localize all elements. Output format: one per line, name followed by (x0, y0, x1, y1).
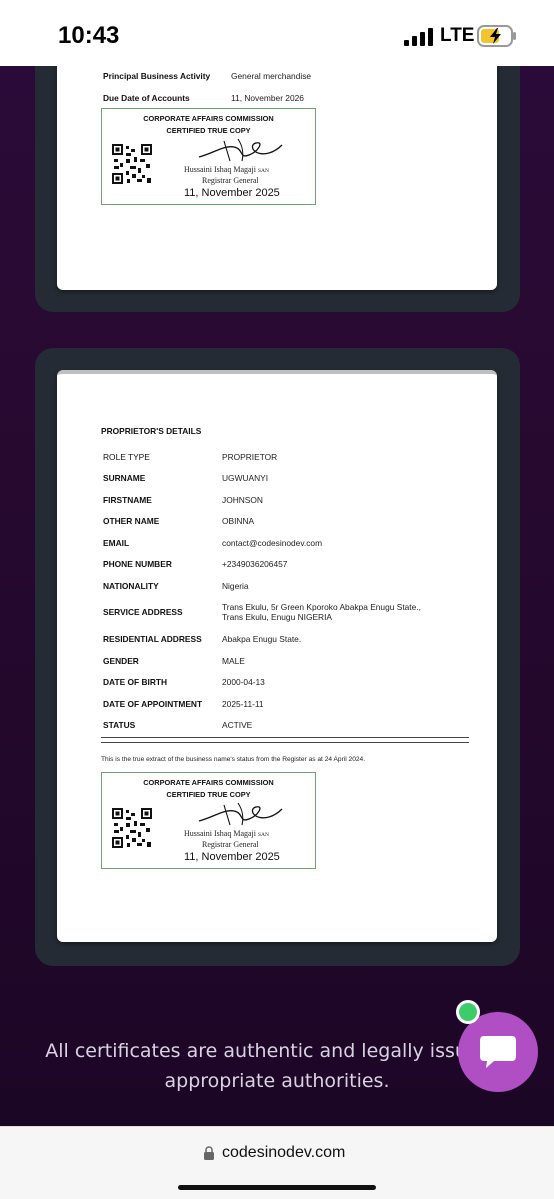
row-label: STATUS (103, 720, 136, 730)
url-text[interactable]: codesinodev.com (222, 1144, 345, 1162)
qr-code-icon (112, 808, 152, 848)
row-label: PHONE NUMBER (103, 559, 172, 569)
row-label: DATE OF APPOINTMENT (103, 699, 203, 709)
cert-signatory-name: Hussaini Ishaq Magaji SAN (184, 165, 269, 174)
row-label: OTHER NAME (103, 516, 160, 526)
battery-charging-icon (477, 25, 516, 47)
cert-date: 11, November 2025 (184, 187, 280, 199)
row-label: RESIDENTIAL ADDRESS (103, 634, 202, 644)
certificate-card-1: Principal Business Activity General merc… (35, 66, 520, 312)
row-value: JOHNSON (222, 495, 263, 505)
divider (101, 742, 469, 743)
certified-stamp: CORPORATE AFFAIRS COMMISSION CERTIFIED T… (101, 108, 316, 205)
row-value: ACTIVE (222, 720, 253, 730)
row-value: UGWUANYI (222, 473, 269, 483)
certificate-page-1: Principal Business Activity General merc… (57, 66, 497, 290)
chat-bubble-icon (480, 1036, 516, 1068)
extract-note: This is the true extract of the business… (101, 756, 366, 763)
row-label: FIRSTNAME (103, 495, 152, 505)
main-area: Principal Business Activity General merc… (0, 66, 554, 1126)
certificate-card-2: PROPRIETOR'S DETAILS ROLE TYPE PROPRIETO… (35, 348, 520, 966)
row-value: Nigeria (222, 581, 249, 591)
signatory-name: Hussaini Ishaq Magaji (184, 829, 256, 838)
home-indicator[interactable] (178, 1185, 376, 1190)
signatory-suffix: SAN (258, 832, 270, 838)
row-value: 2000-04-13 (222, 677, 265, 687)
row-label: SERVICE ADDRESS (103, 607, 183, 617)
row-label: DATE OF BIRTH (103, 677, 168, 687)
certificate-page-2: PROPRIETOR'S DETAILS ROLE TYPE PROPRIETO… (57, 370, 497, 942)
status-time: 10:43 (58, 22, 120, 49)
qr-code-icon (112, 144, 152, 184)
row-label: ROLE TYPE (103, 452, 150, 462)
row-value: OBINNA (222, 516, 255, 526)
row-value: Trans Ekulu, 5r Green Kporoko Abakpa Enu… (222, 602, 421, 622)
cert-org: CORPORATE AFFAIRS COMMISSION (143, 114, 274, 123)
certified-stamp: CORPORATE AFFAIRS COMMISSION CERTIFIED T… (101, 772, 316, 869)
lock-icon (204, 1146, 214, 1160)
divider (101, 737, 469, 738)
signal-icon (404, 28, 433, 46)
online-status-indicator (456, 1000, 480, 1024)
row-label: Due Date of Accounts (103, 93, 190, 103)
cert-title: CERTIFIED TRUE COPY (166, 126, 251, 135)
row-label: SURNAME (103, 473, 146, 483)
row-label: NATIONALITY (103, 581, 159, 591)
row-value: Abakpa Enugu State. (222, 634, 302, 644)
row-value: +2349036206457 (222, 559, 288, 569)
cert-signatory-name: Hussaini Ishaq Magaji SAN (184, 829, 269, 838)
cert-title: CERTIFIED TRUE COPY (166, 790, 251, 799)
row-value: MALE (222, 656, 245, 666)
row-label: EMAIL (103, 538, 130, 548)
cert-signatory-role: Registrar General (202, 840, 259, 849)
chat-button[interactable] (458, 1012, 538, 1092)
browser-url-bar[interactable]: codesinodev.com (0, 1126, 554, 1199)
signature-icon (198, 802, 283, 826)
cert-signatory-role: Registrar General (202, 176, 259, 185)
row-value: General merchandise (231, 71, 312, 81)
status-bar: 10:43 LTE (0, 0, 554, 66)
row-label: Principal Business Activity (103, 71, 211, 81)
row-value: 11, November 2026 (231, 93, 304, 103)
row-value: 2025-11-11 (222, 699, 264, 709)
section-title: PROPRIETOR'S DETAILS (101, 426, 202, 436)
signatory-name: Hussaini Ishaq Magaji (184, 165, 256, 174)
row-label: GENDER (103, 656, 139, 666)
cert-org: CORPORATE AFFAIRS COMMISSION (143, 778, 274, 787)
signatory-suffix: SAN (258, 168, 270, 174)
row-value: PROPRIETOR (222, 452, 278, 462)
signature-icon (198, 138, 283, 162)
cert-date: 11, November 2025 (184, 851, 280, 863)
row-value: contact@codesinodev.com (222, 538, 323, 548)
network-type: LTE (440, 25, 475, 46)
